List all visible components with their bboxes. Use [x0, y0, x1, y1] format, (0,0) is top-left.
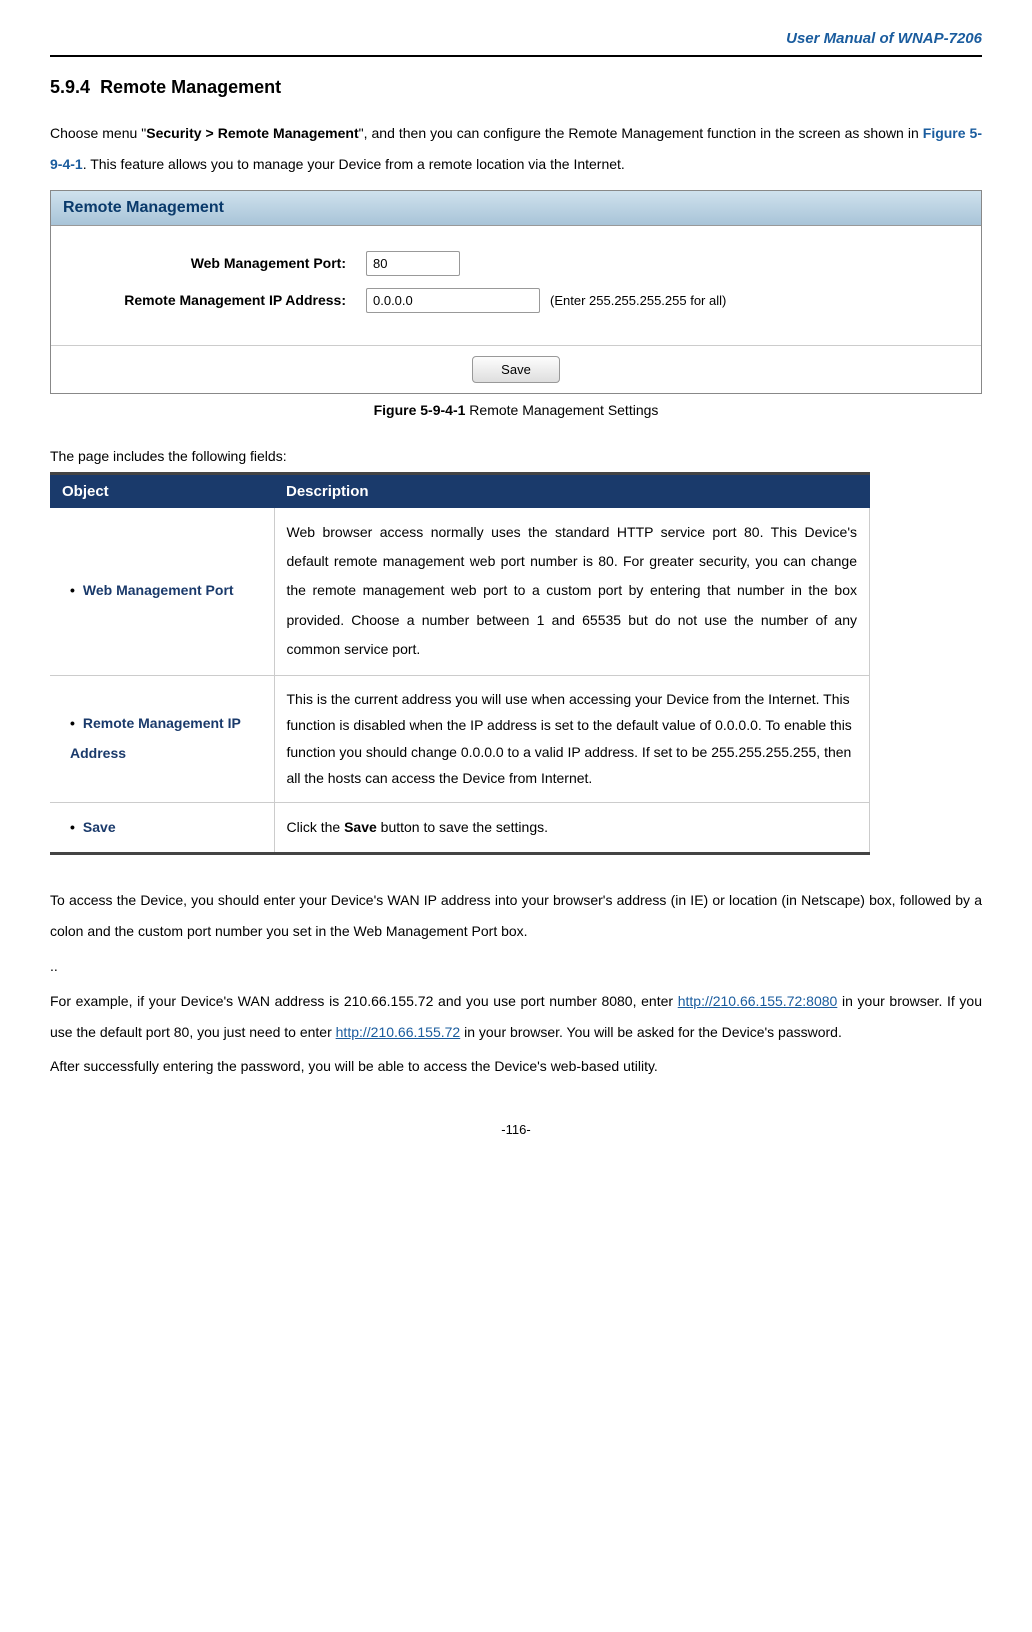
figure-caption-number: Figure 5-9-4-1 [374, 402, 466, 418]
example-url-1[interactable]: http://210.66.155.72:8080 [678, 993, 838, 1009]
table-object-cell: •Remote Management IP Address [50, 675, 274, 802]
example-url-2[interactable]: http://210.66.155.72 [336, 1024, 461, 1040]
panel-footer: Save [51, 346, 981, 393]
section-heading: 5.9.4 Remote Management [50, 77, 982, 98]
port-label: Web Management Port: [66, 255, 366, 271]
fields-table: Object Description • Web Management Port … [50, 472, 870, 856]
form-row-port: Web Management Port: [66, 251, 966, 276]
table-header-description: Description [274, 473, 870, 508]
settings-screenshot: Remote Management Web Management Port: R… [50, 190, 982, 394]
intro-text-3: . This feature allows you to manage your… [83, 156, 625, 172]
table-description-cell: This is the current address you will use… [274, 675, 870, 802]
port-input[interactable] [366, 251, 460, 276]
example-paragraph: For example, if your Device's WAN addres… [50, 986, 982, 1048]
table-object-cell: • Save [50, 802, 274, 853]
table-row: • Web Management Port Web browser access … [50, 508, 870, 675]
access-paragraph: To access the Device, you should enter y… [50, 885, 982, 947]
bullet-icon: • [70, 819, 75, 835]
table-row: • Save Click the Save button to save the … [50, 802, 870, 853]
ip-label: Remote Management IP Address: [66, 292, 366, 308]
ip-hint: (Enter 255.255.255.255 for all) [550, 293, 726, 308]
desc-pre: Click the [287, 819, 345, 835]
desc-post: button to save the settings. [377, 819, 548, 835]
success-paragraph: After successfully entering the password… [50, 1051, 982, 1082]
section-number: 5.9.4 [50, 77, 90, 97]
fields-intro: The page includes the following fields: [50, 448, 982, 464]
panel-title: Remote Management [51, 191, 981, 226]
table-header-object: Object [50, 473, 274, 508]
intro-paragraph: Choose menu "Security > Remote Managemen… [50, 118, 982, 180]
figure-caption: Figure 5-9-4-1 Remote Management Setting… [50, 402, 982, 418]
bullet-icon: • [70, 582, 75, 598]
bullet-icon: • [70, 715, 75, 731]
table-row: •Remote Management IP Address This is th… [50, 675, 870, 802]
section-title-text: Remote Management [100, 77, 281, 97]
ip-input[interactable] [366, 288, 540, 313]
table-object-cell: • Web Management Port [50, 508, 274, 675]
object-name: Save [83, 819, 116, 835]
intro-breadcrumb: Security > Remote Management [146, 125, 358, 141]
example-text-a: For example, if your Device's WAN addres… [50, 993, 678, 1009]
figure-caption-text: Remote Management Settings [465, 402, 658, 418]
intro-text-1: Choose menu " [50, 125, 146, 141]
object-name: Web Management Port [83, 582, 234, 598]
table-description-cell: Web browser access normally uses the sta… [274, 508, 870, 675]
doc-header-title: User Manual of WNAP-7206 [50, 30, 982, 57]
object-name: Remote Management IP Address [70, 715, 241, 760]
panel-body: Web Management Port: Remote Management I… [51, 226, 981, 346]
form-row-ip: Remote Management IP Address: (Enter 255… [66, 288, 966, 313]
page-number: -116- [50, 1122, 982, 1137]
example-text-c: in your browser. You will be asked for t… [460, 1024, 842, 1040]
desc-bold: Save [344, 819, 377, 835]
save-button[interactable]: Save [472, 356, 560, 383]
intro-text-2: ", and then you can configure the Remote… [359, 125, 923, 141]
table-description-cell: Click the Save button to save the settin… [274, 802, 870, 853]
dots-line: .. [50, 951, 982, 982]
